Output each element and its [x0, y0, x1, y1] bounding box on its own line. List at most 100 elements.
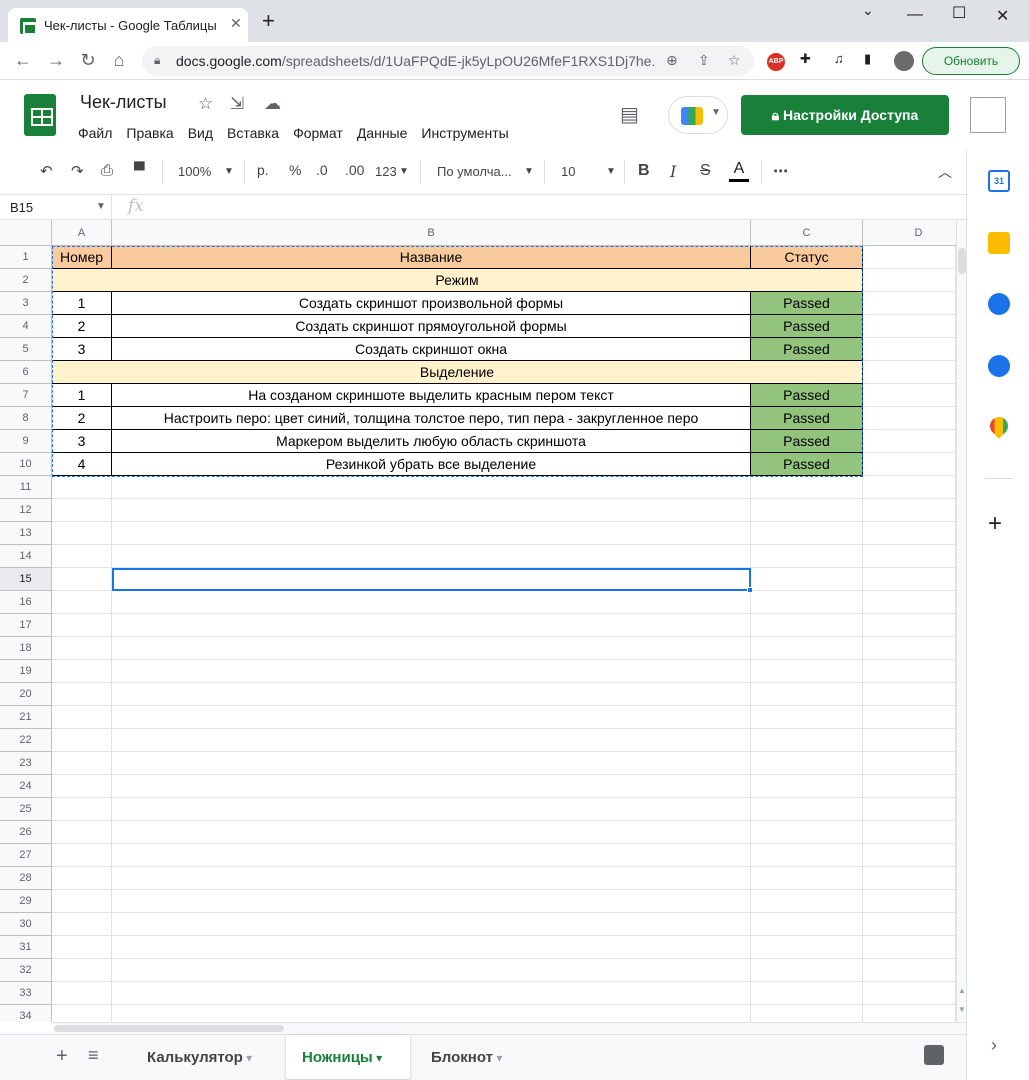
more-options-icon[interactable]: ⋯ — [773, 162, 788, 180]
row-header[interactable]: 34 — [0, 1005, 52, 1022]
cell-d[interactable] — [863, 361, 956, 384]
document-title[interactable]: Чек-листы — [80, 92, 167, 113]
cell-b[interactable] — [112, 775, 751, 798]
expand-panel-icon[interactable]: › — [991, 1035, 997, 1056]
sheets-logo-icon[interactable] — [24, 94, 56, 136]
row-header[interactable]: 5 — [0, 338, 52, 361]
cell-b[interactable] — [112, 499, 751, 522]
cell-d[interactable] — [863, 660, 956, 683]
print-icon[interactable]: ⎙ — [101, 162, 113, 179]
cell-c[interactable] — [751, 936, 863, 959]
cell-d[interactable] — [863, 637, 956, 660]
cell-c[interactable]: Passed — [751, 338, 863, 361]
row-header[interactable]: 4 — [0, 315, 52, 338]
cell-a[interactable] — [52, 844, 112, 867]
maximize-icon[interactable]: ☐ — [952, 3, 966, 23]
row-header[interactable]: 22 — [0, 729, 52, 752]
cell-b[interactable] — [112, 476, 751, 499]
cell-c[interactable] — [751, 545, 863, 568]
cell-a[interactable] — [52, 867, 112, 890]
cell-a[interactable] — [52, 568, 112, 591]
row-header[interactable]: 20 — [0, 683, 52, 706]
cell-b[interactable] — [112, 936, 751, 959]
row-header[interactable]: 26 — [0, 821, 52, 844]
row-header[interactable]: 2 — [0, 269, 52, 292]
cell-d[interactable] — [863, 384, 956, 407]
font-select[interactable]: По умолча... — [437, 164, 512, 179]
cell-a[interactable] — [52, 890, 112, 913]
cell-a[interactable] — [52, 1005, 112, 1022]
chevron-down-icon[interactable]: ▾ — [373, 1051, 382, 1065]
menu-data[interactable]: Данные — [357, 125, 408, 141]
minimize-icon[interactable]: — — [907, 6, 923, 24]
explore-icon[interactable] — [924, 1045, 944, 1065]
cell-b[interactable] — [112, 568, 751, 591]
row-header[interactable]: 7 — [0, 384, 52, 407]
cell-b[interactable]: Маркером выделить любую область скриншот… — [112, 430, 751, 453]
scroll-up-icon[interactable]: ▲ — [958, 986, 966, 995]
cell-d[interactable] — [863, 430, 956, 453]
chevron-down-icon[interactable]: ▾ — [493, 1051, 502, 1065]
column-header-b[interactable]: B — [112, 220, 751, 246]
horizontal-scrollbar[interactable] — [52, 1022, 966, 1034]
row-header[interactable]: 33 — [0, 982, 52, 1005]
get-addons-icon[interactable]: + — [988, 510, 1002, 538]
cell-d[interactable] — [863, 821, 956, 844]
row-header[interactable]: 31 — [0, 936, 52, 959]
cell-d[interactable] — [863, 499, 956, 522]
cell-c[interactable] — [751, 844, 863, 867]
cell-b[interactable] — [112, 545, 751, 568]
cell-a[interactable]: 2 — [52, 407, 112, 430]
cell-c[interactable] — [751, 476, 863, 499]
cell-d[interactable] — [863, 752, 956, 775]
cell-c[interactable] — [751, 867, 863, 890]
cell-c[interactable] — [751, 798, 863, 821]
row-header[interactable]: 8 — [0, 407, 52, 430]
cell-d[interactable] — [863, 591, 956, 614]
cell-b[interactable] — [112, 660, 751, 683]
cell-a[interactable]: 1 — [52, 384, 112, 407]
lock-icon[interactable]: 🔒︎ — [154, 53, 160, 68]
cell-a[interactable]: 4 — [52, 453, 112, 476]
row-header[interactable]: 32 — [0, 959, 52, 982]
cell-d[interactable] — [863, 913, 956, 936]
cell-c[interactable] — [751, 706, 863, 729]
column-header-c[interactable]: C — [751, 220, 863, 246]
cell-d[interactable] — [863, 476, 956, 499]
cell-c[interactable] — [751, 752, 863, 775]
cell-c[interactable] — [751, 568, 863, 591]
strikethrough-icon[interactable]: S — [700, 162, 711, 180]
header-cell-c[interactable]: Статус — [751, 246, 863, 269]
cell-c[interactable] — [751, 637, 863, 660]
cell-b[interactable] — [112, 844, 751, 867]
new-tab-icon[interactable]: + — [262, 10, 275, 32]
cell-b[interactable] — [112, 1005, 751, 1022]
cell-d[interactable] — [863, 453, 956, 476]
cell-a[interactable]: 1 — [52, 292, 112, 315]
cell-c[interactable] — [751, 775, 863, 798]
cell-b[interactable]: Создать скриншот окна — [112, 338, 751, 361]
cell-b[interactable] — [112, 959, 751, 982]
row-header[interactable]: 19 — [0, 660, 52, 683]
cell-b[interactable]: Создать скриншот прямоугольной формы — [112, 315, 751, 338]
name-box[interactable]: B15 ▼ — [0, 195, 112, 219]
header-cell-b[interactable]: Название — [112, 246, 751, 269]
cell-d[interactable] — [863, 545, 956, 568]
increase-decimal-button[interactable]: .00 — [345, 162, 364, 178]
cell-d[interactable] — [863, 246, 956, 269]
cell-a[interactable]: 3 — [52, 430, 112, 453]
cell-c[interactable]: Passed — [751, 407, 863, 430]
row-header[interactable]: 6 — [0, 361, 52, 384]
cell-b[interactable] — [112, 683, 751, 706]
horizontal-scroll-thumb[interactable] — [54, 1025, 284, 1032]
cell-a[interactable] — [52, 660, 112, 683]
address-bar[interactable]: 🔒︎ docs.google.com/spreadsheets/d/1UaFPQ… — [142, 46, 754, 76]
row-header[interactable]: 3 — [0, 292, 52, 315]
cell-c[interactable]: Passed — [751, 384, 863, 407]
zoom-icon[interactable]: ⊕ — [666, 52, 678, 69]
cell-b[interactable] — [112, 798, 751, 821]
collapse-toolbar-icon[interactable]: ︿ — [938, 162, 952, 182]
row-header[interactable]: 16 — [0, 591, 52, 614]
cell-d[interactable] — [863, 292, 956, 315]
row-header[interactable]: 1 — [0, 246, 52, 269]
